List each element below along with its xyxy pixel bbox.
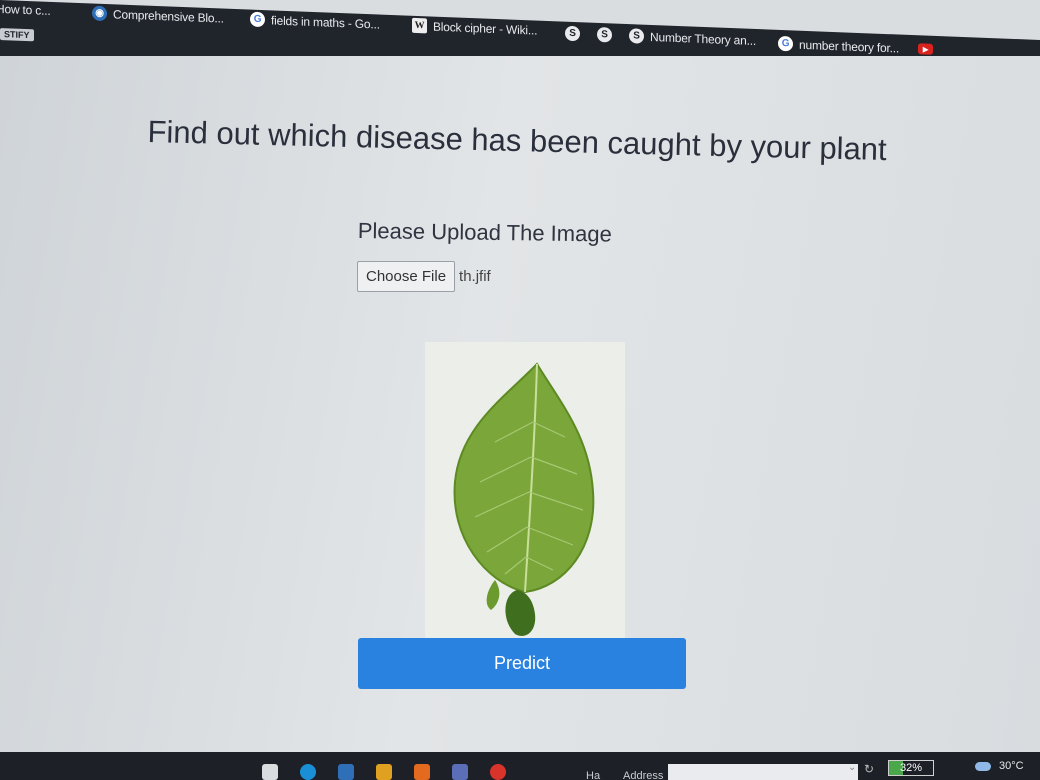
leaf-image (425, 342, 625, 642)
refresh-icon[interactable]: ↻ (864, 762, 874, 776)
bookmark-comprehensive-blog[interactable]: ◉ Comprehensive Blo... (92, 5, 224, 26)
chrome-icon[interactable] (490, 764, 506, 780)
battery-indicator: 32% (888, 760, 934, 776)
bookmark-label: number theory for... (799, 37, 900, 56)
google-icon: G (250, 11, 265, 28)
choose-file-button[interactable]: Choose File (357, 261, 456, 292)
selected-file-name: th.jfif (459, 268, 491, 285)
bookmark-number-theory-for[interactable]: G number theory for... (778, 35, 900, 56)
store-icon[interactable] (338, 764, 354, 780)
image-preview (425, 342, 625, 642)
folder-icon[interactable] (376, 764, 392, 780)
link-icon: S (597, 26, 612, 43)
globe-icon: ◉ (92, 5, 107, 22)
file-explorer-icon[interactable] (262, 764, 278, 780)
battery-text: 32% (899, 762, 923, 774)
address-label: Address (623, 770, 664, 780)
file-input: Choose File th.jfif (357, 261, 491, 292)
app-icon[interactable] (452, 764, 468, 780)
edge-icon[interactable] (300, 764, 316, 780)
bookmark-how-to[interactable]: How to c... (0, 2, 50, 18)
bookmark-link-2[interactable]: S (597, 26, 612, 43)
chevron-down-icon[interactable]: ⌄ (848, 762, 856, 773)
taskbar: Ha Address ⌄ ↻ 32% 30°C (0, 752, 1040, 780)
predict-button[interactable]: Predict (358, 638, 686, 689)
link-icon: S (629, 28, 644, 44)
upload-label: Please Upload The Image (357, 218, 612, 247)
bookmark-fields-in-maths[interactable]: G fields in maths - Go... (250, 11, 380, 32)
bookmark-youtube[interactable]: ▶ (918, 43, 933, 55)
bookmark-label: fields in maths - Go... (271, 12, 380, 32)
firefox-icon[interactable] (414, 764, 430, 780)
bookmark-number-theory[interactable]: S Number Theory an... (629, 28, 756, 48)
wikipedia-icon: W (412, 17, 427, 34)
weather[interactable]: 30°C (975, 760, 1024, 772)
google-icon: G (778, 35, 793, 52)
youtube-icon: ▶ (918, 43, 933, 55)
bookmark-label: Number Theory an... (650, 29, 757, 48)
bookmark-link-1[interactable]: S (565, 25, 580, 42)
cloud-icon (975, 761, 991, 771)
bookmark-label: Block cipher - Wiki... (433, 19, 538, 38)
page-title: Find out which disease has been caught b… (147, 114, 888, 168)
link-icon: S (565, 25, 580, 42)
taskbar-partial-label: Ha (586, 770, 601, 780)
page-content: Find out which disease has been caught b… (0, 56, 1040, 756)
bookmark-label: Comprehensive Blo... (113, 6, 224, 26)
temperature: 30°C (999, 760, 1024, 772)
address-input[interactable] (668, 764, 858, 780)
bookmark-label: How to c... (0, 1, 51, 18)
bookmark-folder[interactable]: STIFY (0, 28, 34, 42)
bookmark-block-cipher[interactable]: W Block cipher - Wiki... (412, 17, 538, 38)
taskbar-apps (262, 764, 506, 780)
